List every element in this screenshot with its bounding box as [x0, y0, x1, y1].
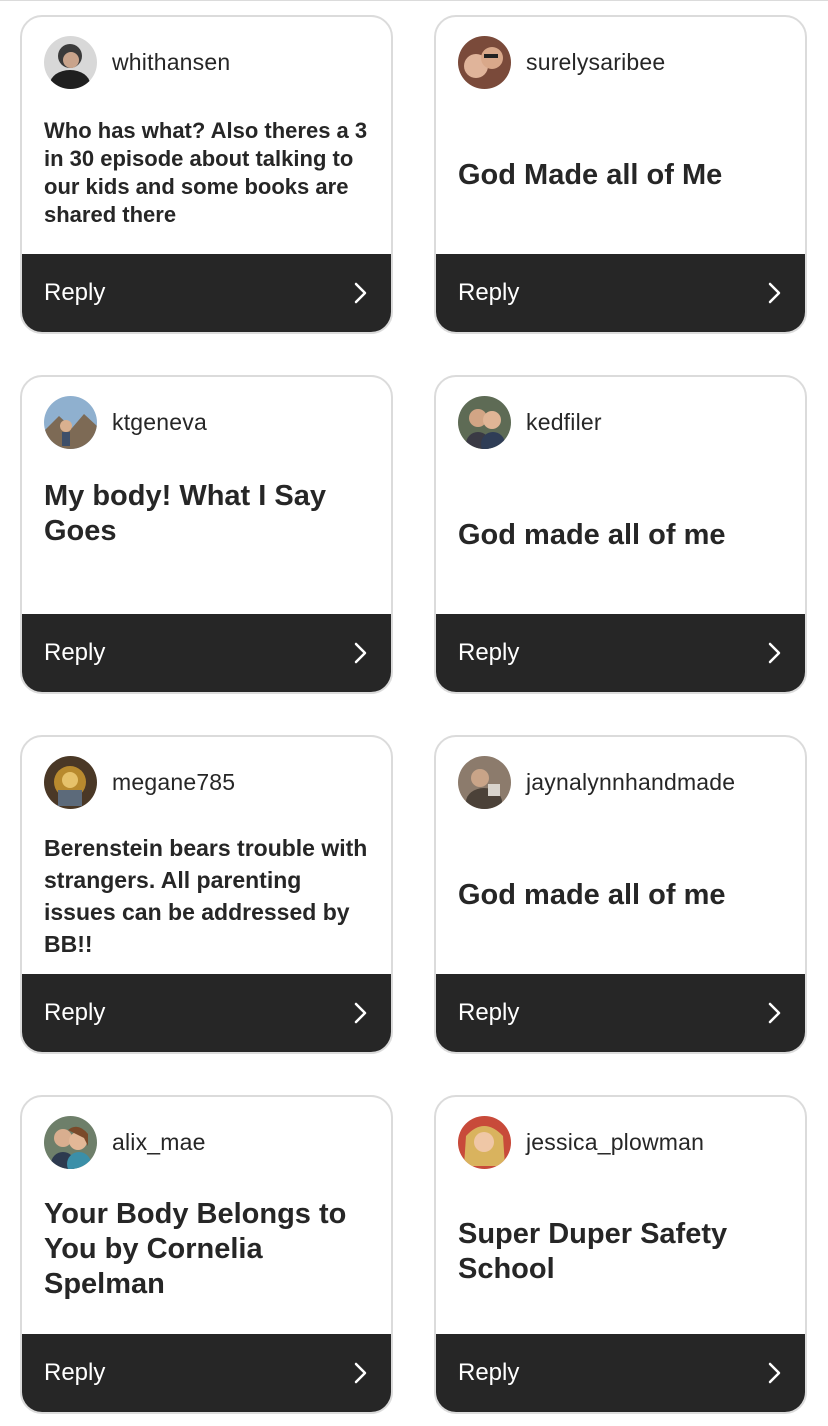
card-header: jessica_plowman: [458, 1115, 783, 1169]
chevron-right-icon: [767, 1001, 783, 1025]
reply-label: Reply: [458, 639, 520, 666]
response-text: Super Duper Safety School: [458, 1218, 728, 1285]
reply-label: Reply: [458, 279, 520, 306]
reply-label: Reply: [44, 639, 106, 666]
reply-label: Reply: [458, 1359, 520, 1386]
avatar[interactable]: [44, 35, 97, 89]
response-card: megane785 Berenstein bears trouble with …: [20, 735, 393, 1054]
username[interactable]: alix_mae: [112, 1129, 206, 1156]
reply-label: Reply: [44, 1359, 106, 1386]
chevron-right-icon: [767, 281, 783, 305]
response-card: alix_mae Your Body Belongs to You by Cor…: [20, 1095, 393, 1414]
reply-button[interactable]: Reply: [436, 1334, 805, 1412]
top-divider: [0, 0, 828, 1]
username[interactable]: jessica_plowman: [526, 1129, 704, 1156]
reply-label: Reply: [44, 279, 106, 306]
username[interactable]: ktgeneva: [112, 409, 207, 436]
response-text: Your Body Belongs to You by Cornelia Spe…: [44, 1198, 347, 1300]
chevron-right-icon: [353, 1001, 369, 1025]
response-text: Berenstein bears trouble with strangers.…: [44, 835, 368, 957]
card-header: ktgeneva: [44, 395, 369, 449]
chevron-right-icon: [767, 641, 783, 665]
reply-label: Reply: [458, 999, 520, 1026]
response-card: kedfiler God made all of me Reply: [434, 375, 807, 694]
card-header: whithansen: [44, 35, 369, 89]
reply-button[interactable]: Reply: [22, 1334, 391, 1412]
response-text: God made all of me: [458, 737, 783, 974]
chevron-right-icon: [353, 281, 369, 305]
response-text: My body! What I Say Goes: [44, 480, 326, 547]
avatar[interactable]: [44, 395, 97, 449]
response-card: surelysaribee God Made all of Me Reply: [434, 15, 807, 334]
avatar[interactable]: [44, 755, 97, 809]
chevron-right-icon: [353, 641, 369, 665]
response-text: God made all of me: [458, 377, 783, 614]
reply-button[interactable]: Reply: [22, 614, 391, 692]
reply-button[interactable]: Reply: [436, 254, 805, 332]
response-text: God Made all of Me: [458, 17, 783, 254]
response-text-value: God made all of me: [458, 519, 726, 551]
reply-button[interactable]: Reply: [436, 614, 805, 692]
response-card: ktgeneva My body! What I Say Goes Reply: [20, 375, 393, 694]
username[interactable]: megane785: [112, 769, 235, 796]
response-card: whithansen Who has what? Also theres a 3…: [20, 15, 393, 334]
reply-button[interactable]: Reply: [22, 254, 391, 332]
card-header: alix_mae: [44, 1115, 369, 1169]
chevron-right-icon: [353, 1361, 369, 1385]
response-card: jessica_plowman Super Duper Safety Schoo…: [434, 1095, 807, 1414]
reply-button[interactable]: Reply: [22, 974, 391, 1052]
username[interactable]: whithansen: [112, 49, 230, 76]
avatar[interactable]: [458, 1115, 511, 1169]
response-text-value: God made all of me: [458, 879, 726, 911]
reply-button[interactable]: Reply: [436, 974, 805, 1052]
response-card: jaynalynnhandmade God made all of me Rep…: [434, 735, 807, 1054]
reply-label: Reply: [44, 999, 106, 1026]
response-text-value: God Made all of Me: [458, 159, 723, 191]
chevron-right-icon: [767, 1361, 783, 1385]
avatar[interactable]: [44, 1115, 97, 1169]
response-text: Who has what? Also theres a 3 in 30 epis…: [44, 118, 368, 227]
card-header: megane785: [44, 755, 369, 809]
responses-grid: whithansen Who has what? Also theres a 3…: [20, 15, 807, 1414]
